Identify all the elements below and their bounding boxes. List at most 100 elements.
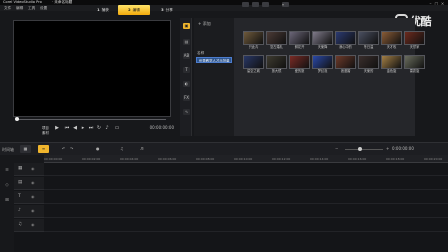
track-visibility-icon[interactable]: ◉ xyxy=(31,180,35,185)
step-capture[interactable]: 1 捕获 xyxy=(92,5,114,15)
ruler-tick-label: 00:00:18:00 xyxy=(386,157,405,161)
thumbnail-caption: 天才玫 xyxy=(386,45,397,49)
thumbnail-caption: 我心中的 xyxy=(339,45,352,49)
media-thumbnail[interactable]: 天然家 xyxy=(404,31,425,50)
thumbnail-image xyxy=(289,55,310,69)
video-track-header[interactable]: ▦ ◉ xyxy=(14,163,44,176)
media-thumbnail[interactable]: 浪漫婚 xyxy=(335,55,356,74)
preview-scrubber[interactable] xyxy=(14,117,170,121)
title-track-header[interactable]: T ◉ xyxy=(14,191,44,204)
repeat-icon[interactable]: ↻ xyxy=(96,125,102,131)
zoom-in-icon[interactable]: + xyxy=(386,146,389,151)
add-folder-button[interactable]: + 添加 xyxy=(198,21,211,27)
media-thumbnail[interactable]: 只此青 xyxy=(243,31,264,50)
zoom-slider[interactable] xyxy=(345,149,383,150)
menu-edit[interactable]: 编辑 xyxy=(16,5,23,11)
menu-file[interactable]: 文件 xyxy=(4,5,11,11)
track-visibility-icon[interactable]: ◉ xyxy=(31,222,35,227)
video-track-lane[interactable] xyxy=(44,163,448,176)
media-thumbnail[interactable]: 鲜花开 xyxy=(289,31,310,50)
preview-timecode[interactable]: 00:00:00:00 xyxy=(148,125,174,131)
voice-track-lane[interactable] xyxy=(44,205,448,218)
media-thumbnail[interactable]: 梦幻泡 xyxy=(312,55,333,74)
timeline-toolbar: ▦ ≡ 时间轴 ↶ ↷ ● ♫ ♬ − + 0:00:00:00 xyxy=(0,142,448,155)
track-manager-icon[interactable]: ≡ xyxy=(4,168,10,174)
track-visibility-icon[interactable]: ◉ xyxy=(31,194,35,199)
overlay-track-header[interactable]: ▤ ◉ xyxy=(14,177,44,190)
media-thumbnail[interactable]: 天才玫 xyxy=(381,31,402,50)
scrubber-handle[interactable] xyxy=(15,117,19,121)
next-frame-icon[interactable]: ▸ xyxy=(80,125,86,131)
sort-icon[interactable]: ▾ xyxy=(282,2,289,7)
step-edit[interactable]: 2 编辑 xyxy=(118,5,150,15)
auto-music-icon[interactable]: ♬ xyxy=(140,146,144,151)
media-thumbnail[interactable]: 复古婚礼 xyxy=(266,31,287,50)
media-thumbnail[interactable]: 天使降 xyxy=(312,31,333,50)
track-visibility-icon[interactable]: ◉ xyxy=(31,208,35,213)
media-icon[interactable]: ▣ xyxy=(183,23,190,29)
media-thumbnail[interactable]: 冬日温 xyxy=(358,31,379,50)
music-track-header[interactable]: ♫ ◉ xyxy=(14,219,44,232)
media-thumbnail[interactable]: 爱的旅 xyxy=(289,55,310,74)
preview-window[interactable] xyxy=(13,20,171,117)
view-photo-icon[interactable] xyxy=(252,2,259,7)
scrubber-track[interactable] xyxy=(18,118,166,120)
chapter-icon[interactable]: ◇ xyxy=(4,183,10,189)
transition-icon[interactable]: AB xyxy=(183,53,190,59)
timeline-ruler[interactable]: 00:00:00:00 00:00:02:00 00:00:04:00 00:00:0… xyxy=(44,155,448,163)
clip-mode-label[interactable]: 素材 xyxy=(42,130,49,135)
timeline-view-icon[interactable]: ≡ xyxy=(38,145,49,153)
filter-icon[interactable]: FX xyxy=(183,95,190,101)
zoom-out-icon[interactable]: − xyxy=(335,146,338,151)
timeline-timecode[interactable]: 0:00:00:00 xyxy=(392,146,414,151)
ruler-tick-label: 00:00:04:00 xyxy=(120,157,139,161)
thumbnail-caption: 金色旋 xyxy=(386,69,397,73)
instant-project-icon[interactable]: ▤ xyxy=(183,39,190,45)
ruler-tick-label: 00:00:08:00 xyxy=(196,157,215,161)
previous-frame-icon[interactable]: ◀ xyxy=(72,125,78,131)
storyboard-view-icon[interactable]: ▦ xyxy=(20,145,31,153)
thumbnail-image xyxy=(243,31,264,45)
ruler-tick-label: 00:00:14:00 xyxy=(310,157,329,161)
ripple-edit-icon[interactable]: ⊞ xyxy=(4,198,10,204)
ruler-tick-label: 00:00:20:00 xyxy=(424,157,443,161)
thumbnail-caption: 雷霆旋 xyxy=(409,69,420,73)
view-video-icon[interactable] xyxy=(242,2,249,7)
menu-tools[interactable]: 工具 xyxy=(28,5,35,11)
voice-track-header[interactable]: ♪ ◉ xyxy=(14,205,44,218)
media-thumbnail[interactable]: 雷霆旋 xyxy=(404,55,425,74)
track-visibility-icon[interactable]: ◉ xyxy=(31,166,35,171)
media-thumbnail[interactable]: 我心中的 xyxy=(335,31,356,50)
media-thumbnail[interactable]: 星空之城 xyxy=(243,55,264,74)
thumbnail-caption: 浪漫婚 xyxy=(340,69,351,73)
undo-icon[interactable]: ↶ xyxy=(62,146,65,151)
media-thumbnail[interactable]: 天使的 xyxy=(358,55,379,74)
zoom-slider-handle[interactable] xyxy=(358,147,362,151)
thumbnail-caption: 只此青 xyxy=(248,45,259,49)
record-capture-icon[interactable]: ● xyxy=(96,146,100,151)
selected-folder[interactable]: 优秀教学人才示范单 xyxy=(196,57,232,63)
view-audio-icon[interactable] xyxy=(262,2,269,7)
home-icon[interactable]: ⏮ xyxy=(64,125,70,131)
folder-column-header: 名称 xyxy=(197,51,205,55)
volume-icon[interactable]: ♪ xyxy=(104,125,110,131)
video-editor-window: { "window":{"title":"Corel VideoStudio P… xyxy=(0,0,448,252)
play-icon[interactable]: ▶ xyxy=(54,125,60,131)
music-track-lane[interactable] xyxy=(44,219,448,232)
path-icon[interactable]: ∿ xyxy=(183,109,190,115)
thumbnail-caption: 冬日温 xyxy=(363,45,374,49)
sound-mixer-icon[interactable]: ♫ xyxy=(120,146,124,151)
title-icon[interactable]: T xyxy=(183,67,190,73)
end-icon[interactable]: ⏭ xyxy=(88,125,94,131)
title-track-lane[interactable] xyxy=(44,191,448,204)
workflow-steps: 1 捕获 2 编辑 3 分享 xyxy=(92,5,212,15)
video-track-icon: ▦ xyxy=(18,166,23,171)
media-thumbnail[interactable]: 放大镜 xyxy=(266,55,287,74)
step-share[interactable]: 3 分享 xyxy=(156,5,178,15)
overlay-track-lane[interactable] xyxy=(44,177,448,190)
graphic-icon[interactable]: ◐ xyxy=(183,81,190,87)
media-thumbnail[interactable]: 金色旋 xyxy=(381,55,402,74)
menu-settings[interactable]: 设置 xyxy=(40,5,47,11)
fullscreen-icon[interactable]: ▭ xyxy=(114,125,120,131)
redo-icon[interactable]: ↷ xyxy=(70,146,73,151)
